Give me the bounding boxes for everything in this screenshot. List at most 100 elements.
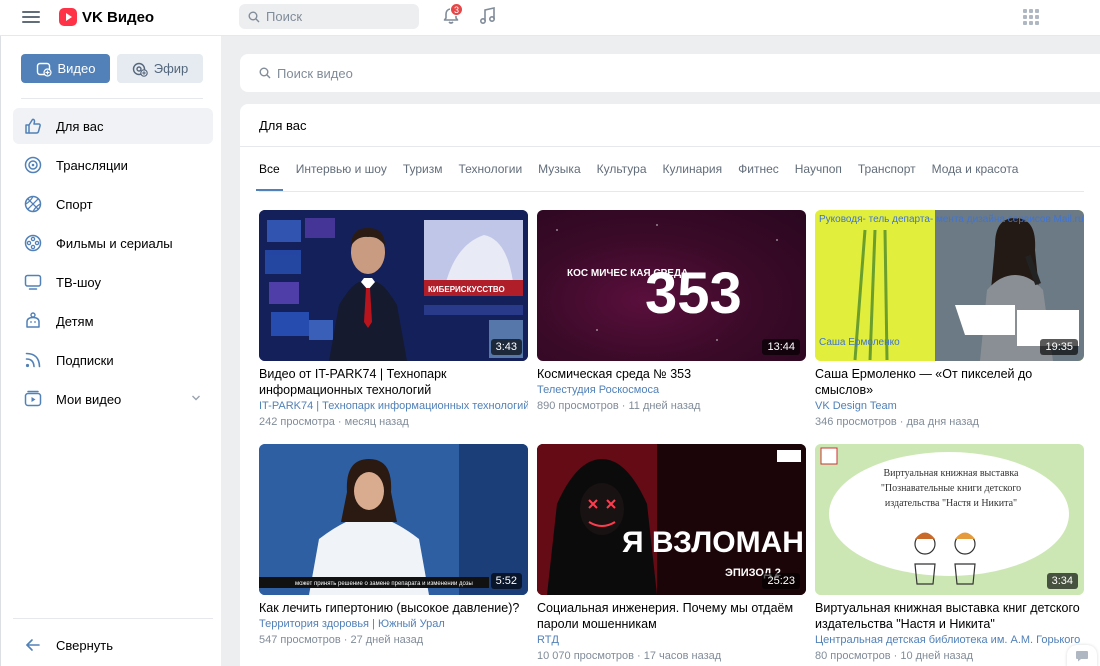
broadcast-plus-icon [132,62,148,77]
kids-icon [23,311,43,331]
tab-interviews[interactable]: Интервью и шоу [296,162,387,192]
music-button[interactable] [478,6,498,26]
video-duration: 3:43 [490,339,522,355]
tab-cooking[interactable]: Кулинария [663,162,723,192]
views-count: 242 просмотра [259,416,335,428]
thumbnail-caption: Я ВЗЛОМАН [622,526,804,559]
tab-music[interactable]: Музыка [538,162,580,192]
video-card[interactable]: Я ВЗЛОМАН ЭПИЗОД 2 25:23 Социальная инже… [537,444,806,663]
ball-icon [23,194,43,214]
video-thumbnail[interactable]: Виртуальная книжная выставка "Познавател… [815,444,1084,595]
channel-link[interactable]: Телестудия Роскосмоса [537,383,806,398]
views-count: 346 просмотров [815,416,897,428]
video-card[interactable]: может принять решение о замене препарата… [259,444,528,647]
video-title[interactable]: Виртуальная книжная выставка книг детско… [815,600,1084,632]
video-duration: 19:35 [1040,339,1078,355]
sidebar-item-subscriptions[interactable]: Подписки [13,342,213,378]
tab-technology[interactable]: Технологии [458,162,522,192]
video-title[interactable]: Космическая среда № 353 [537,366,806,382]
divider [13,618,213,619]
video-duration: 3:34 [1046,573,1078,589]
upload-age: 11 дней назад [628,400,701,412]
tab-all[interactable]: Все [256,162,283,192]
collapse-sidebar-button[interactable]: Свернуть [13,628,213,662]
video-duration: 13:44 [762,339,800,355]
thumbnail-subtitle: может принять решение о замене препарата… [295,581,473,587]
tv-icon [23,272,43,292]
notifications-button[interactable]: 3 [441,3,463,28]
top-search-input[interactable] [266,9,406,24]
video-thumbnail[interactable]: Руководя- тель департа- мента дизайна се… [815,210,1084,361]
thumbnail-graphic: Виртуальная книжная выставка "Познавател… [815,444,1084,595]
upload-age: 10 дней назад [900,650,974,662]
sidebar-item-label: Детям [56,313,94,329]
app-logo[interactable]: VK Видео [59,6,154,28]
sidebar-item-label: Спорт [56,196,93,212]
efir-tab-label: Эфир [153,61,189,76]
upload-age: 27 дней назад [350,634,424,646]
channel-link[interactable]: RTД [537,633,806,648]
video-search-box[interactable] [240,54,1100,92]
video-duration: 25:23 [762,573,800,589]
video-search-input[interactable] [277,65,977,81]
video-thumbnail[interactable]: Я ВЗЛОМАН ЭПИЗОД 2 25:23 [537,444,806,595]
sidebar-item-movies[interactable]: Фильмы и сериалы [13,225,213,261]
tab-fashion[interactable]: Мода и красота [932,162,1019,192]
video-thumbnail[interactable]: КИБЕРИСКУССТВО 3:43 [259,210,528,361]
chevron-down-icon[interactable] [191,393,201,403]
tab-fitness[interactable]: Фитнес [738,162,779,192]
sidebar-item-broadcasts[interactable]: Трансляции [13,147,213,183]
thumbnail-caption: Руководя- тель департа- мента дизайна се… [819,214,1084,225]
chat-bubble-icon [1076,651,1088,662]
channel-link[interactable]: VK Design Team [815,399,1084,414]
video-thumbnail[interactable]: может принять решение о замене препарата… [259,444,528,595]
sidebar-item-kids[interactable]: Детям [13,303,213,339]
views-count: 10 070 просмотров [537,650,634,662]
upload-age: два дня назад [906,416,979,428]
upload-age: месяц назад [344,416,409,428]
sidebar-item-my-videos[interactable]: Мои видео [13,381,213,417]
vk-video-logo-icon [59,8,77,26]
thumbnail-number: 353 [645,261,742,326]
video-card[interactable]: КИБЕРИСКУССТВО 3:43 Видео от IT-PARK74 |… [259,210,528,429]
video-tab-button[interactable]: Видео [21,54,110,83]
video-title[interactable]: Саша Ермоленко — «От пикселей до смыслов… [815,366,1084,398]
search-icon [259,67,271,79]
sidebar-item-tv-shows[interactable]: ТВ-шоу [13,264,213,300]
video-card[interactable]: КОС МИЧЕС КАЯ СРЕДА 353 13:44 Космическа… [537,210,806,413]
tab-culture[interactable]: Культура [597,162,647,192]
sidebar-item-sport[interactable]: Спорт [13,186,213,222]
video-thumbnail[interactable]: КОС МИЧЕС КАЯ СРЕДА 353 13:44 [537,210,806,361]
tab-science[interactable]: Научпоп [795,162,842,192]
sidebar-item-for-you[interactable]: Для вас [13,108,213,144]
tab-tourism[interactable]: Туризм [403,162,443,192]
meta-separator: · [621,400,626,412]
channel-link[interactable]: Центральная детская библиотека им. А.М. … [815,633,1084,648]
tab-transport[interactable]: Транспорт [858,162,916,192]
channel-link[interactable]: Территория здоровья | Южный Урал [259,617,528,632]
menu-icon[interactable] [22,9,40,25]
for-you-panel: Для вас Все Интервью и шоу Туризм Технол… [240,104,1100,666]
video-card[interactable]: Виртуальная книжная выставка "Познавател… [815,444,1084,663]
meta-separator: · [343,634,348,646]
tabs-underline [259,191,1084,192]
video-meta: 10 070 просмотров · 17 часов назад [537,649,806,663]
video-card[interactable]: Руководя- тель департа- мента дизайна се… [815,210,1084,429]
efir-tab-button[interactable]: Эфир [117,54,203,83]
meta-separator: · [893,650,898,662]
video-meta: 890 просмотров · 11 дней назад [537,399,806,413]
channel-link[interactable]: IT-PARK74 | Технопарк информационных тех… [259,399,528,414]
top-search-box[interactable] [239,4,419,29]
video-title[interactable]: Социальная инженерия. Почему мы отдаём п… [537,600,806,632]
video-meta: 547 просмотров · 27 дней назад [259,633,528,647]
video-meta: 80 просмотров · 10 дней назад [815,649,1084,663]
divider [240,146,1100,147]
my-video-icon [23,389,43,409]
chat-button[interactable] [1067,645,1097,666]
video-title[interactable]: Как лечить гипертонию (высокое давление)… [259,600,528,616]
sidebar-item-label: Фильмы и сериалы [56,235,173,251]
apps-grid-icon[interactable] [1023,9,1039,25]
video-title[interactable]: Видео от IT-PARK74 | Технопарк информаци… [259,366,528,398]
video-tab-label: Видео [57,61,96,76]
views-count: 547 просмотров [259,634,341,646]
